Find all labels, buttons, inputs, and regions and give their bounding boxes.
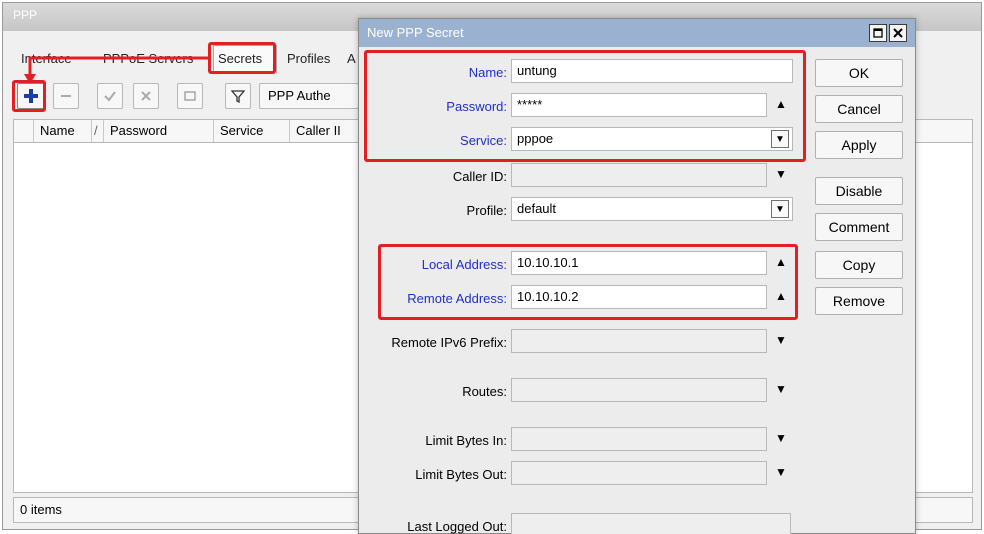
plus-icon <box>24 89 38 103</box>
sort-indicator: / <box>92 120 104 142</box>
password-label: Password: <box>446 99 507 114</box>
column-name[interactable]: Name <box>34 120 92 142</box>
caller-id-label: Caller ID: <box>452 169 507 184</box>
limit-bytes-out-expand-arrow[interactable]: ▼ <box>771 461 791 483</box>
routes-field[interactable] <box>511 378 767 402</box>
remove-button[interactable] <box>53 83 79 109</box>
limit-bytes-out-field[interactable] <box>511 461 767 485</box>
ppp-authentication-button[interactable]: PPP Authe <box>259 83 359 109</box>
column-checkbox <box>14 120 34 142</box>
caller-id-field[interactable] <box>511 163 767 187</box>
apply-button[interactable]: Apply <box>815 131 903 159</box>
limit-bytes-out-label: Limit Bytes Out: <box>415 467 507 482</box>
cross-icon <box>141 91 151 101</box>
limit-bytes-in-label: Limit Bytes In: <box>425 433 507 448</box>
ok-button[interactable]: OK <box>815 59 903 87</box>
restore-button[interactable] <box>869 24 887 42</box>
caller-id-expand-arrow[interactable]: ▼ <box>771 163 791 185</box>
enable-button[interactable] <box>97 83 123 109</box>
note-icon <box>184 91 196 101</box>
local-address-label: Local Address: <box>421 257 507 272</box>
profile-label: Profile: <box>466 203 507 218</box>
new-ppp-secret-dialog: New PPP Secret Name: untung Password: **… <box>358 18 916 534</box>
service-select[interactable]: pppoe <box>511 127 793 151</box>
local-address-collapse-arrow[interactable]: ▲ <box>771 251 791 273</box>
local-address-field[interactable]: 10.10.10.1 <box>511 251 767 275</box>
tab-pppoe-servers[interactable]: PPPoE Servers <box>99 47 197 71</box>
tab-secrets[interactable]: Secrets <box>213 45 277 73</box>
disable-entry-button[interactable]: Disable <box>815 177 903 205</box>
column-password[interactable]: Password <box>104 120 214 142</box>
column-service[interactable]: Service <box>214 120 290 142</box>
remote-ipv6-prefix-expand-arrow[interactable]: ▼ <box>771 329 791 351</box>
limit-bytes-in-expand-arrow[interactable]: ▼ <box>771 427 791 449</box>
comment-button[interactable] <box>177 83 203 109</box>
name-field[interactable]: untung <box>511 59 793 83</box>
remote-ipv6-prefix-field[interactable] <box>511 329 767 353</box>
close-icon <box>893 28 903 38</box>
service-label: Service: <box>460 133 507 148</box>
remote-address-label: Remote Address: <box>407 291 507 306</box>
restore-icon <box>873 28 883 38</box>
comment-entry-button[interactable]: Comment <box>815 213 903 241</box>
disable-button[interactable] <box>133 83 159 109</box>
name-label: Name: <box>468 65 507 80</box>
check-icon <box>104 91 116 102</box>
remove-entry-button[interactable]: Remove <box>815 287 903 315</box>
funnel-icon <box>231 90 245 103</box>
limit-bytes-in-field[interactable] <box>511 427 767 451</box>
profile-select[interactable]: default <box>511 197 793 221</box>
dialog-title: New PPP Secret <box>359 19 915 47</box>
last-logged-out-label: Last Logged Out: <box>407 519 507 534</box>
password-collapse-arrow[interactable]: ▲ <box>771 93 791 115</box>
routes-expand-arrow[interactable]: ▼ <box>771 378 791 400</box>
cancel-button[interactable]: Cancel <box>815 95 903 123</box>
column-caller-id[interactable]: Caller II <box>290 120 360 142</box>
tab-interface[interactable]: Interface <box>17 47 76 71</box>
copy-button[interactable]: Copy <box>815 251 903 279</box>
add-button[interactable] <box>17 83 45 109</box>
tab-profiles[interactable]: Profiles <box>283 47 334 71</box>
filter-button[interactable] <box>225 83 251 109</box>
profile-dropdown-icon[interactable]: ▼ <box>771 200 789 218</box>
routes-label: Routes: <box>462 384 507 399</box>
remote-address-collapse-arrow[interactable]: ▲ <box>771 285 791 307</box>
minus-icon <box>61 95 71 97</box>
service-dropdown-icon[interactable]: ▼ <box>771 130 789 148</box>
password-field[interactable]: ***** <box>511 93 767 117</box>
close-button[interactable] <box>889 24 907 42</box>
last-logged-out-field <box>511 513 791 534</box>
remote-address-field[interactable]: 10.10.10.2 <box>511 285 767 309</box>
remote-ipv6-prefix-label: Remote IPv6 Prefix: <box>391 335 507 350</box>
